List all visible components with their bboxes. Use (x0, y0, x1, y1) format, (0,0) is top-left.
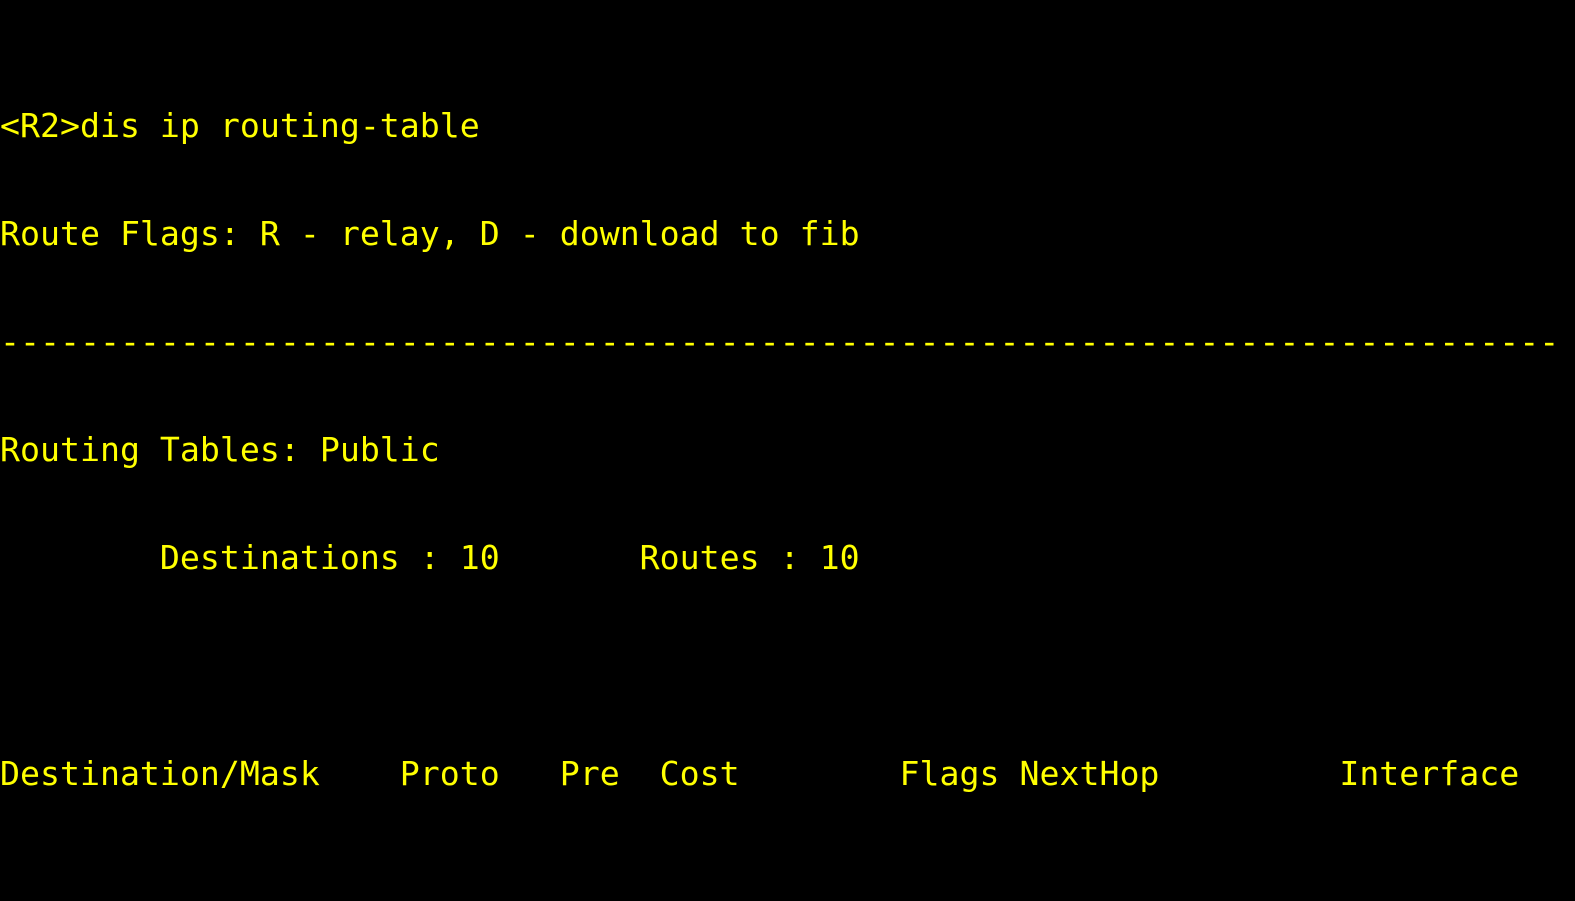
route-flags-line: Route Flags: R - relay, D - download to … (0, 214, 860, 253)
routing-tables-line: Routing Tables: Public (0, 430, 440, 469)
table-column-header-line: Destination/Mask Proto Pre Cost Flags Ne… (0, 754, 1520, 793)
command-line: <R2>dis ip routing-table (0, 106, 480, 145)
separator-line: ----------------------------------------… (0, 322, 1560, 361)
terminal-screen[interactable]: <R2>dis ip routing-table Route Flags: R … (0, 0, 1575, 901)
terminal-window[interactable]: <R2>dis ip routing-table Route Flags: R … (0, 0, 1575, 901)
destinations-routes-summary-line: Destinations : 10 Routes : 10 (0, 538, 860, 577)
